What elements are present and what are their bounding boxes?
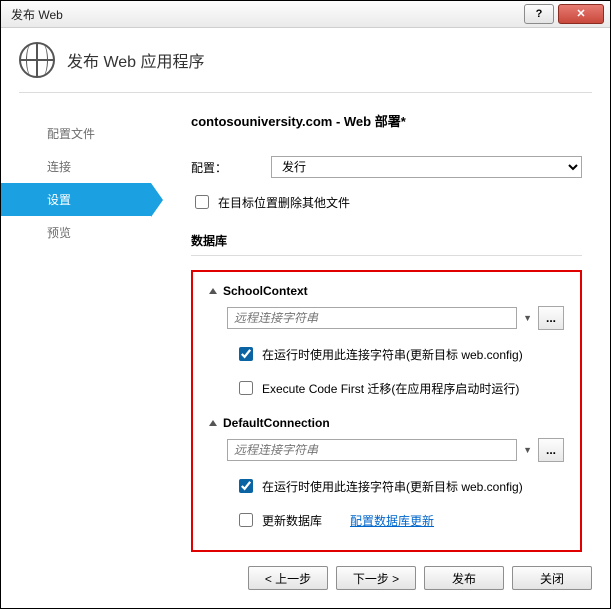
title-bar: 发布 Web ? ✕ — [1, 1, 610, 28]
dialog-body: 配置文件 连接 设置 预览 contosouniversity.com - We… — [1, 93, 610, 552]
help-button[interactable]: ? — [524, 4, 554, 24]
db-context-header[interactable]: DefaultConnection — [209, 416, 564, 430]
nav-item-settings[interactable]: 设置 — [1, 183, 151, 216]
db-context-name: DefaultConnection — [223, 416, 330, 430]
nav-item-profile[interactable]: 配置文件 — [1, 117, 151, 150]
update-db-label: 更新数据库 — [262, 512, 322, 529]
update-db-checkbox[interactable] — [239, 513, 253, 527]
configure-db-update-link[interactable]: 配置数据库更新 — [350, 512, 434, 529]
dialog-header: 发布 Web 应用程序 — [1, 28, 610, 92]
dialog-window: 发布 Web ? ✕ 发布 Web 应用程序 配置文件 连接 设置 预览 con… — [0, 0, 611, 609]
database-section-title: 数据库 — [191, 232, 582, 249]
connection-string-row: ▼ ... — [227, 306, 564, 330]
browse-connection-button[interactable]: ... — [538, 438, 564, 462]
browse-connection-button[interactable]: ... — [538, 306, 564, 330]
use-connection-row: 在运行时使用此连接字符串(更新目标 web.config) — [235, 476, 564, 496]
delete-extra-label: 在目标位置删除其他文件 — [218, 194, 350, 211]
settings-pane: contosouniversity.com - Web 部署* 配置： 发行 在… — [151, 111, 592, 552]
connection-string-row: ▼ ... — [227, 438, 564, 462]
use-connection-checkbox[interactable] — [239, 479, 253, 493]
code-first-checkbox[interactable] — [239, 381, 253, 395]
db-context-header[interactable]: SchoolContext — [209, 284, 564, 298]
close-icon: ✕ — [576, 9, 585, 20]
close-button[interactable]: 关闭 — [512, 566, 592, 590]
dropdown-icon[interactable]: ▼ — [523, 445, 532, 455]
help-icon: ? — [536, 9, 543, 20]
delete-extra-row: 在目标位置删除其他文件 — [191, 192, 582, 212]
database-section-rule — [191, 255, 582, 256]
next-button[interactable]: 下一步 > — [336, 566, 416, 590]
connection-string-input[interactable] — [227, 439, 517, 461]
update-db-row: 更新数据库 配置数据库更新 — [235, 510, 564, 530]
window-title: 发布 Web — [11, 6, 520, 23]
configuration-label: 配置： — [191, 159, 271, 176]
code-first-row: Execute Code First 迁移(在应用程序启动时运行) — [235, 378, 564, 398]
database-highlight-box: SchoolContext ▼ ... 在运行时使用此连接字符串(更新目标 we… — [191, 270, 582, 552]
code-first-label: Execute Code First 迁移(在应用程序启动时运行) — [262, 380, 519, 397]
use-connection-label: 在运行时使用此连接字符串(更新目标 web.config) — [262, 478, 523, 495]
publish-button[interactable]: 发布 — [424, 566, 504, 590]
dialog-title: 发布 Web 应用程序 — [67, 48, 205, 72]
delete-extra-checkbox[interactable] — [195, 195, 209, 209]
globe-icon — [19, 42, 55, 78]
dialog-footer: < 上一步 下一步 > 发布 关闭 — [1, 552, 610, 608]
connection-string-input[interactable] — [227, 307, 517, 329]
use-connection-row: 在运行时使用此连接字符串(更新目标 web.config) — [235, 344, 564, 364]
nav-item-connection[interactable]: 连接 — [1, 150, 151, 183]
db-context-name: SchoolContext — [223, 284, 308, 298]
caret-up-icon — [209, 420, 217, 426]
wizard-nav: 配置文件 连接 设置 预览 — [1, 111, 151, 552]
configuration-row: 配置： 发行 — [191, 156, 582, 178]
nav-item-preview[interactable]: 预览 — [1, 216, 151, 249]
dropdown-icon[interactable]: ▼ — [523, 313, 532, 323]
caret-up-icon — [209, 288, 217, 294]
use-connection-label: 在运行时使用此连接字符串(更新目标 web.config) — [262, 346, 523, 363]
configuration-select[interactable]: 发行 — [271, 156, 582, 178]
site-title: contosouniversity.com - Web 部署* — [191, 111, 582, 130]
use-connection-checkbox[interactable] — [239, 347, 253, 361]
previous-button[interactable]: < 上一步 — [248, 566, 328, 590]
window-close-button[interactable]: ✕ — [558, 4, 604, 24]
